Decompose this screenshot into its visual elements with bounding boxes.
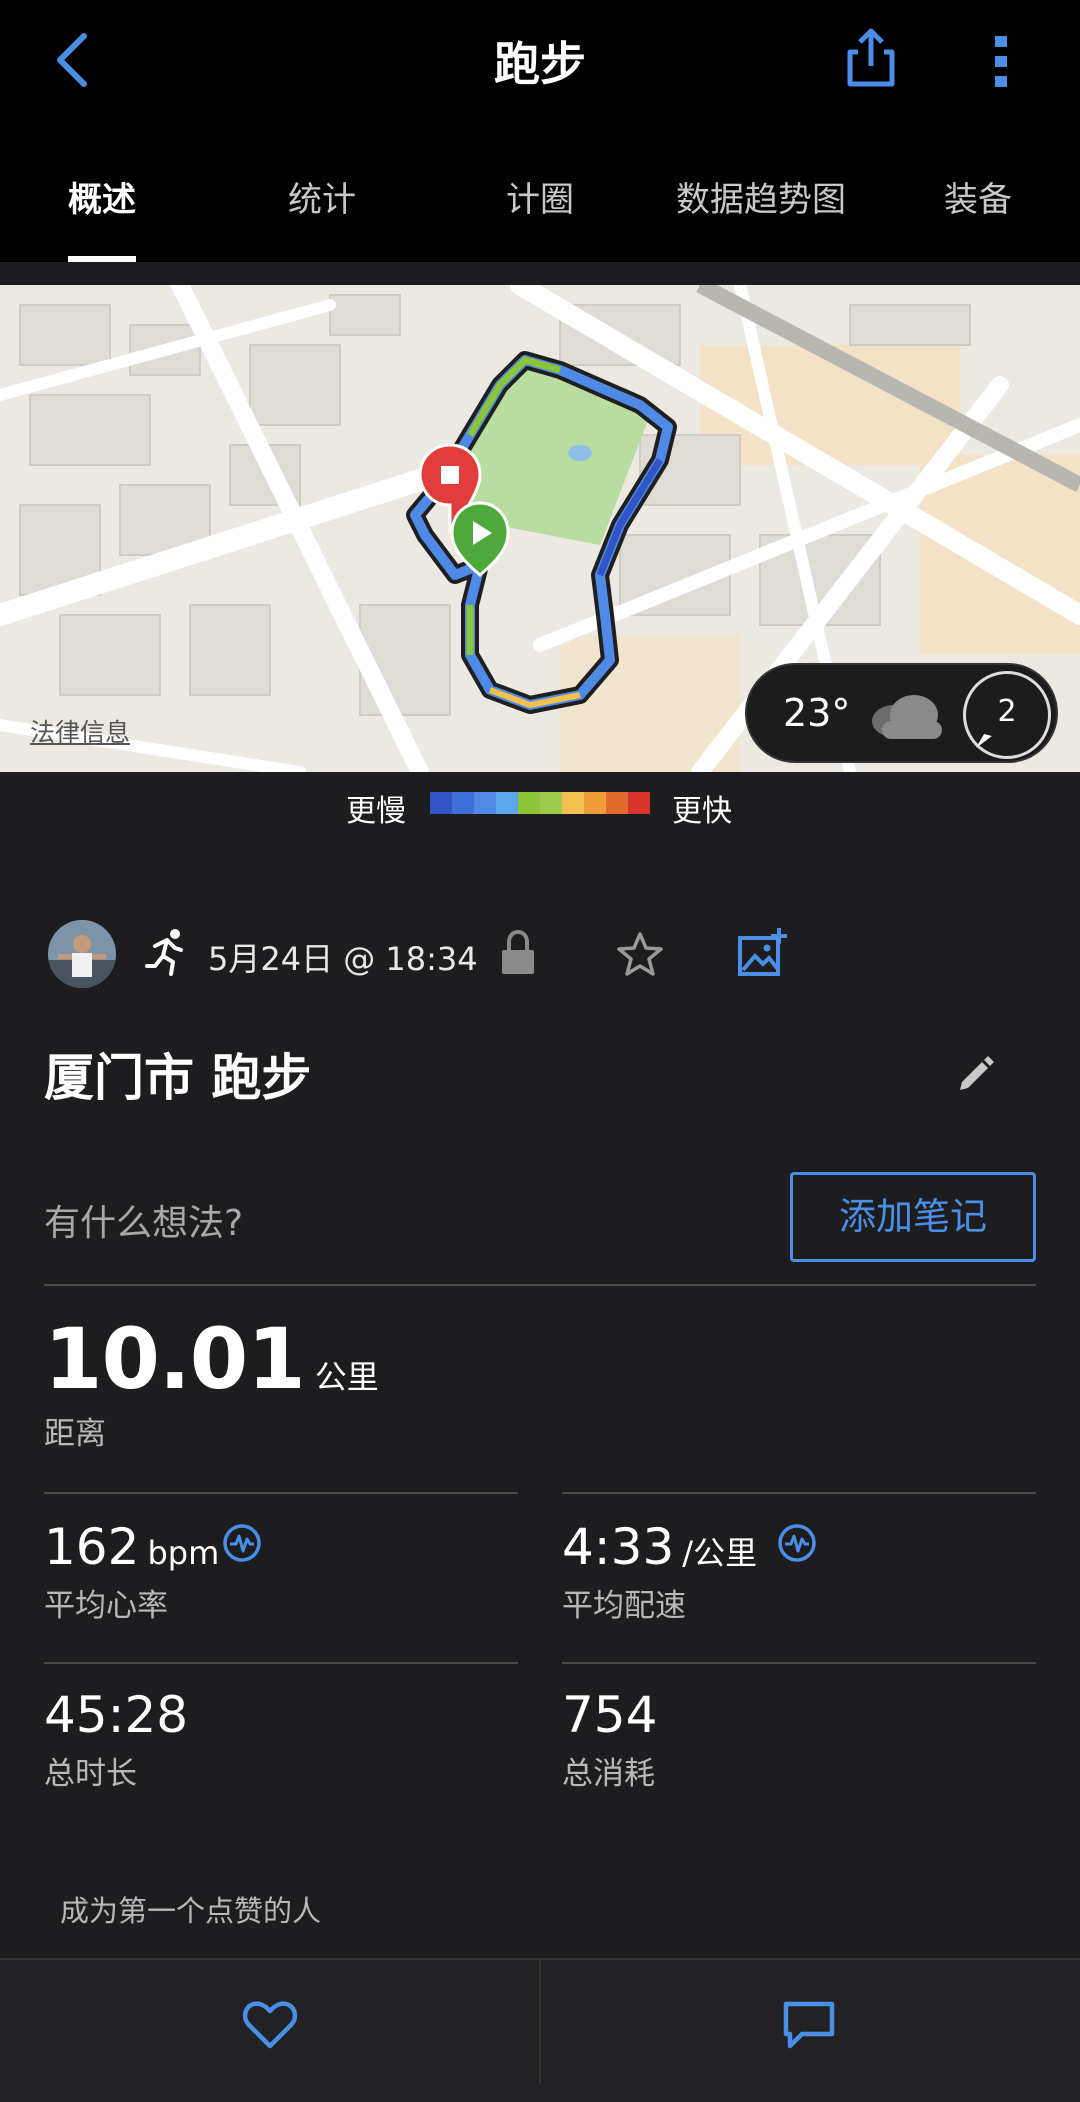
wind-indicator: 2 (963, 671, 1051, 759)
divider (44, 1662, 518, 1664)
distance-number: 10.01 (44, 1310, 306, 1408)
tab-trends[interactable]: 数据趋势图 (676, 172, 846, 221)
avg-pace-unit: /公里 (682, 1534, 758, 1572)
first-like-text: 成为第一个点赞的人 (60, 1894, 322, 1928)
add-photo-icon[interactable] (737, 926, 787, 978)
weather-badge: 23° 2 (745, 663, 1058, 763)
more-vertical-icon[interactable] (990, 34, 1012, 90)
route-map[interactable]: 法律信息 23° 2 (0, 285, 1080, 772)
cloud-icon (872, 695, 942, 739)
divider (562, 1662, 1036, 1664)
faster-label: 更快 (672, 794, 732, 829)
pace-color-scale (430, 792, 650, 814)
pace-color-swatch (540, 792, 562, 814)
pace-color-swatch (452, 792, 474, 814)
divider (562, 1492, 1036, 1494)
heart-rate-sensor-icon[interactable] (222, 1523, 262, 1563)
lock-icon[interactable] (500, 930, 536, 976)
tab-stats[interactable]: 统计 (288, 172, 356, 221)
avg-hr-label: 平均心率 (44, 1588, 168, 1624)
pace-color-swatch (518, 792, 540, 814)
star-icon[interactable] (616, 930, 664, 978)
tab-laps[interactable]: 计圈 (506, 172, 574, 221)
pace-color-swatch (584, 792, 606, 814)
thoughts-prompt[interactable]: 有什么想法? (44, 1194, 243, 1246)
pace-sensor-icon[interactable] (777, 1523, 817, 1563)
activity-title: 厦门市 跑步 (44, 1049, 312, 1107)
distance-unit: 公里 (314, 1358, 379, 1396)
legal-info-link[interactable]: 法律信息 (30, 713, 130, 749)
wind-direction-icon (976, 734, 992, 748)
calories-value: 754 (562, 1686, 657, 1744)
page-title: 跑步 (494, 37, 586, 91)
activity-meta-row: 5月24日 @ 18:34 (0, 918, 1080, 990)
duration-label: 总时长 (44, 1756, 137, 1792)
activity-date: 5月24日 @ 18:34 (208, 940, 478, 978)
pace-color-swatch (474, 792, 496, 814)
distance-value: 10.01 公里 (44, 1310, 379, 1408)
avg-hr-unit: bpm (147, 1534, 220, 1572)
share-icon[interactable] (846, 28, 896, 88)
divider (44, 1284, 1036, 1286)
top-bar: 跑步 (0, 0, 1080, 130)
wind-speed: 2 (997, 694, 1017, 729)
duration-number: 45:28 (44, 1686, 189, 1744)
calories-number: 754 (562, 1686, 658, 1744)
pace-color-swatch (562, 792, 584, 814)
tab-bar: 概述 统计 计圈 数据趋势图 装备 (0, 130, 1080, 262)
pace-color-swatch (430, 792, 452, 814)
tab-overview[interactable]: 概述 (68, 172, 136, 221)
bottom-action-bar (0, 1958, 1080, 2102)
avatar[interactable] (48, 920, 116, 988)
active-tab-indicator (68, 256, 136, 262)
temperature: 23° (783, 691, 851, 735)
pace-color-swatch (628, 792, 650, 814)
avg-pace-value: 4:33/公里 (562, 1518, 757, 1576)
pace-color-swatch (496, 792, 518, 814)
running-icon (145, 929, 183, 976)
heart-icon[interactable] (242, 2000, 298, 2050)
edit-pencil-icon[interactable] (954, 1052, 996, 1094)
avg-hr-value: 162 bpm (44, 1518, 219, 1576)
slower-label: 更慢 (346, 794, 406, 829)
pace-color-swatch (606, 792, 628, 814)
divider (44, 1492, 518, 1494)
avg-hr-number: 162 (44, 1518, 140, 1576)
duration-value: 45:28 (44, 1686, 188, 1744)
add-note-button[interactable]: 添加笔记 (790, 1172, 1036, 1262)
avg-pace-label: 平均配速 (562, 1588, 686, 1624)
like-button[interactable] (0, 1960, 539, 2084)
distance-label: 距离 (44, 1416, 106, 1452)
calories-label: 总消耗 (562, 1756, 655, 1792)
comment-button[interactable] (541, 1960, 1080, 2084)
comment-icon[interactable] (782, 2000, 836, 2050)
pace-legend: 更慢 更快 (0, 782, 1080, 832)
avg-pace-number: 4:33 (562, 1518, 675, 1576)
tab-gear[interactable]: 装备 (944, 172, 1012, 221)
